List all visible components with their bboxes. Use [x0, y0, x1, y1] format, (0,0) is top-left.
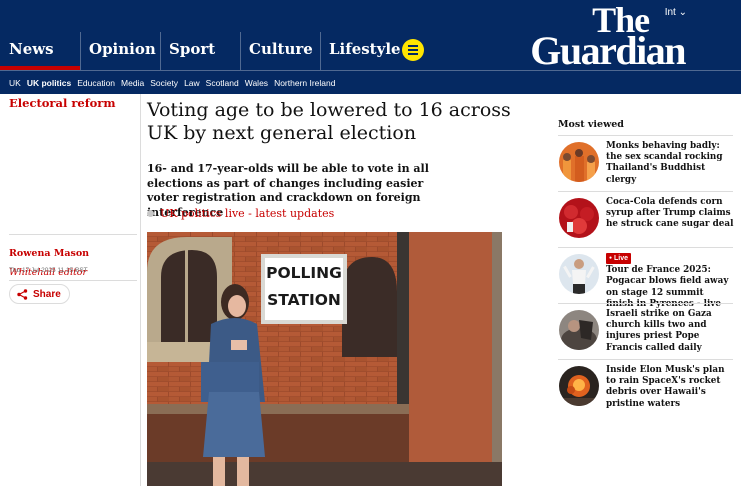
most-viewed-headline: Israeli strike on Gaza church kills two …	[606, 309, 712, 353]
article-main-image: POLLING STATION	[147, 232, 502, 486]
live-badge: Live	[606, 253, 632, 265]
thumbnail	[559, 366, 599, 406]
pillar-lifestyle[interactable]: Lifestyle	[320, 30, 401, 70]
masthead: Int ⌄ The Guardian News Opinion Sport Cu…	[0, 0, 741, 73]
subnav-northern-ireland[interactable]: Northern Ireland	[274, 78, 335, 88]
share-button[interactable]: Share	[9, 284, 70, 304]
dateline: Thu 17 Jul 2025 11.15 BST	[9, 267, 88, 274]
author-name[interactable]: Rowena Mason	[9, 248, 89, 259]
subnav-media[interactable]: Media	[121, 78, 144, 88]
most-viewed-item[interactable]: Monks behaving badly: the sex scandal ro…	[558, 135, 733, 191]
left-column: Electoral reform	[9, 96, 137, 110]
share-icon	[17, 288, 28, 300]
article-headline: Voting age to be lowered to 16 across UK…	[147, 99, 511, 144]
most-viewed-headline: Coca-Cola defends corn syrup after Trump…	[606, 197, 734, 230]
column-divider	[140, 94, 141, 486]
pillar-culture[interactable]: Culture	[240, 30, 320, 70]
subnav-scotland[interactable]: Scotland	[206, 78, 239, 88]
live-dot-icon	[147, 210, 154, 217]
logo-line-2: Guardian	[530, 28, 686, 73]
most-viewed-headline: Monks behaving badly: the sex scandal ro…	[606, 141, 723, 185]
subnav-wales[interactable]: Wales	[245, 78, 268, 88]
pillar-opinion[interactable]: Opinion	[80, 30, 160, 70]
live-updates-link[interactable]: UK politics live - latest updates	[147, 207, 334, 220]
subnav-uk[interactable]: UK	[9, 78, 21, 88]
sign-line-1: POLLING	[266, 264, 342, 282]
most-viewed-item[interactable]: Israeli strike on Gaza church kills two …	[558, 303, 733, 359]
guardian-logo[interactable]: The Guardian	[530, 2, 686, 73]
subnav-society[interactable]: Society	[150, 78, 178, 88]
most-viewed-title: Most viewed	[558, 119, 624, 130]
subnav-law[interactable]: Law	[184, 78, 200, 88]
share-label: Share	[33, 288, 61, 300]
live-updates-label: UK politics live - latest updates	[160, 207, 335, 220]
most-viewed-headline: Inside Elon Musk's plan to rain SpaceX's…	[606, 365, 725, 409]
pillar-news[interactable]: News	[0, 30, 80, 70]
polling-station-sign: POLLING STATION	[266, 260, 342, 314]
most-viewed-panel: Most viewed Monks behaving badly: the se…	[558, 119, 733, 415]
sub-navigation: UK UK politics Education Media Society L…	[0, 70, 741, 94]
section-label[interactable]: Electoral reform	[9, 96, 137, 110]
pillar-sport[interactable]: Sport	[160, 30, 240, 70]
subnav-education[interactable]: Education	[77, 78, 115, 88]
most-viewed-item[interactable]: Inside Elon Musk's plan to rain SpaceX's…	[558, 359, 733, 415]
subnav-uk-politics[interactable]: UK politics	[27, 78, 71, 88]
divider	[9, 280, 137, 281]
thumbnail	[559, 254, 599, 294]
pillar-nav: News Opinion Sport Culture Lifestyle	[0, 30, 401, 70]
menu-icon[interactable]	[402, 39, 424, 61]
thumbnail	[559, 142, 599, 182]
most-viewed-item[interactable]: Coca-Cola defends corn syrup after Trump…	[558, 191, 733, 247]
most-viewed-headline-block: Live Tour de France 2025: Pogacar blows …	[606, 253, 734, 310]
most-viewed-item[interactable]: Live Tour de France 2025: Pogacar blows …	[558, 247, 733, 309]
thumbnail	[559, 198, 599, 238]
sign-line-2: STATION	[267, 291, 341, 309]
thumbnail	[559, 310, 599, 350]
